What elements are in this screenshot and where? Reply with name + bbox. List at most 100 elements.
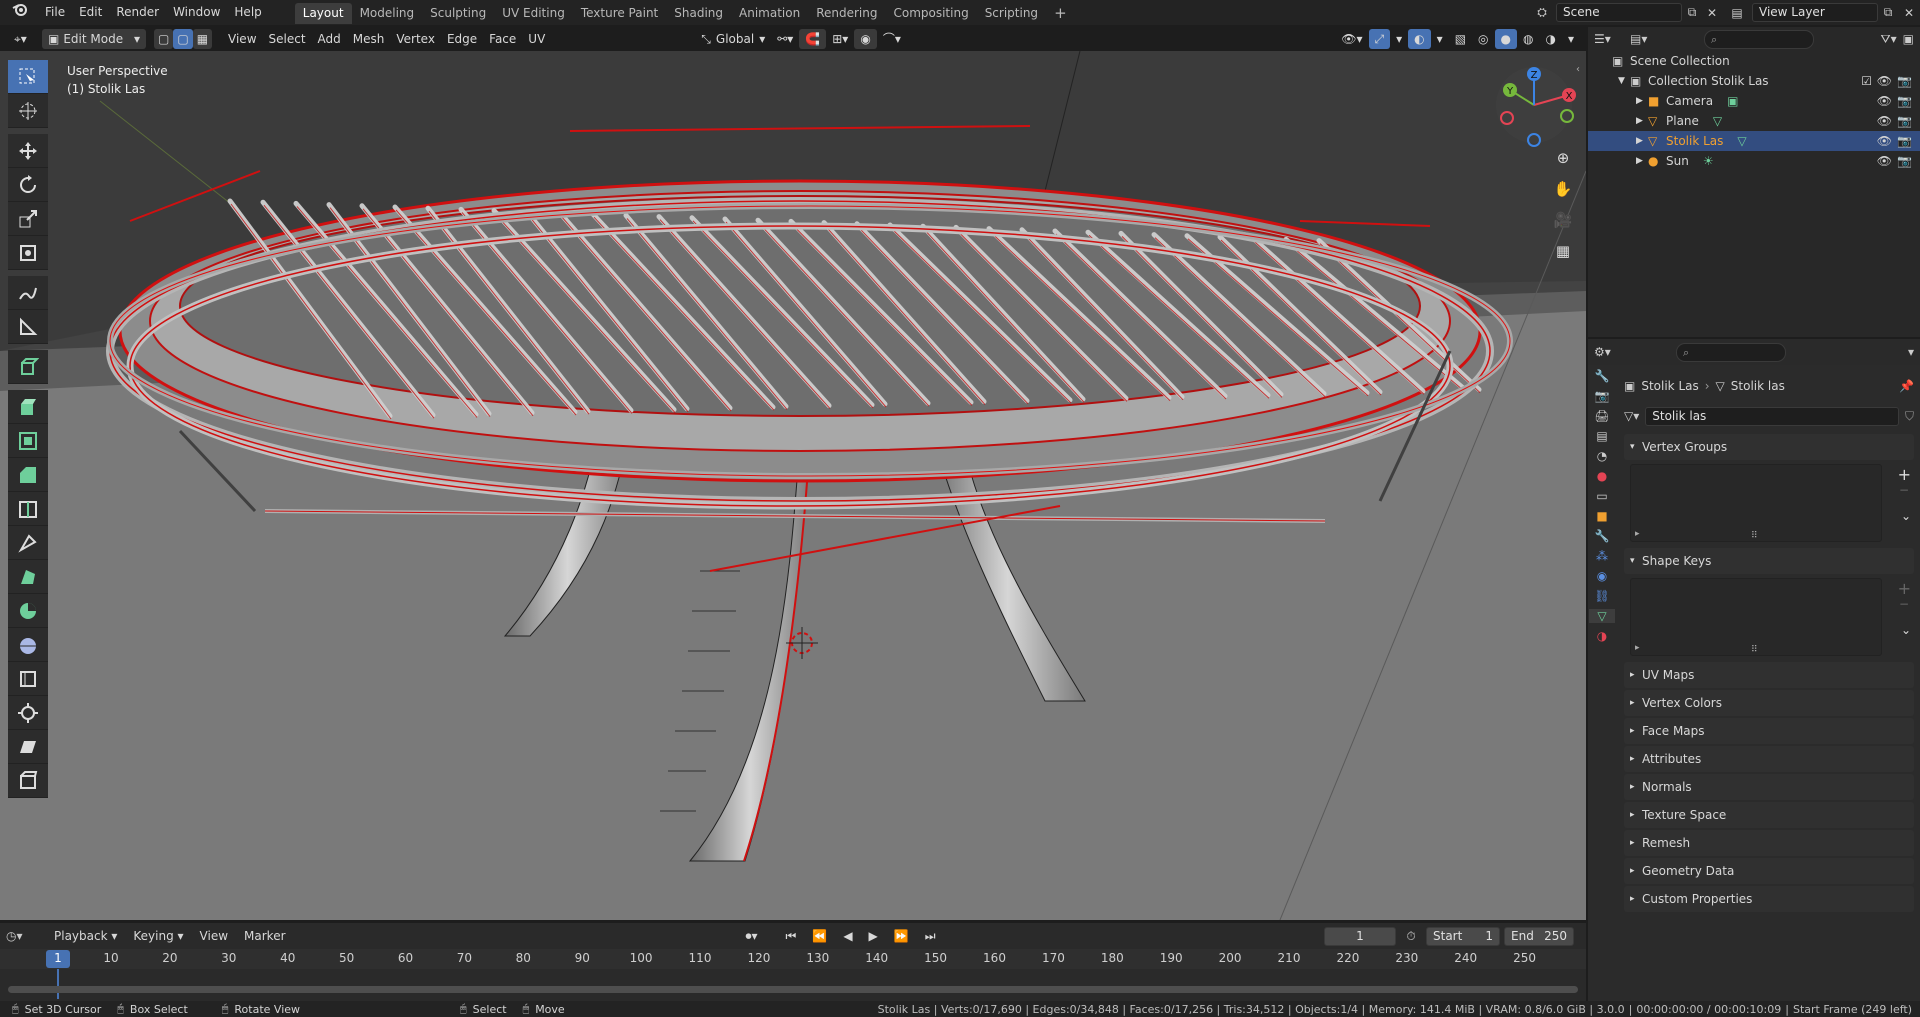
render-tab-icon[interactable]: 📷: [1595, 389, 1610, 403]
poly-build-tool-icon[interactable]: [8, 560, 48, 594]
gizmo-toggle-icon[interactable]: ⤢: [1368, 29, 1391, 49]
breadcrumb-object[interactable]: Stolik Las: [1641, 379, 1698, 393]
tab-sculpting[interactable]: Sculpting: [422, 3, 494, 24]
select-box-tool-icon[interactable]: [8, 60, 48, 94]
filter-icon[interactable]: ⛛▾: [1881, 32, 1897, 47]
new-view-layer-icon[interactable]: ⧉: [1878, 5, 1898, 20]
rendered-shading-icon[interactable]: ◑: [1539, 29, 1561, 49]
visibility-icon[interactable]: 👁▾: [1335, 29, 1368, 49]
inset-tool-icon[interactable]: [8, 424, 48, 458]
falloff-icon[interactable]: ⌒▾: [877, 29, 907, 49]
3d-viewport[interactable]: [0, 51, 1586, 920]
panel-remesh[interactable]: ▸ Remesh: [1624, 830, 1914, 856]
timeline-scrollbar[interactable]: [8, 986, 1578, 993]
menu-marker[interactable]: Marker: [238, 926, 291, 946]
menu-window[interactable]: Window: [166, 0, 227, 25]
list-resize-handle-icon[interactable]: ⠿: [1751, 645, 1758, 655]
play-icon[interactable]: ▶: [863, 926, 884, 946]
outliner-row-sun[interactable]: ▶ ● Sun ☀ 👁 📷: [1588, 151, 1920, 171]
render-camera-icon[interactable]: 📷: [1897, 134, 1912, 148]
tool-tab-icon[interactable]: 🔧: [1595, 369, 1610, 383]
panel-normals[interactable]: ▸ Normals: [1624, 774, 1914, 800]
menu-help[interactable]: Help: [227, 0, 268, 25]
visibility-eye-icon[interactable]: 👁: [1877, 74, 1892, 88]
scene-icon[interactable]: ⛭: [1528, 5, 1556, 20]
knife-tool-icon[interactable]: [8, 526, 48, 560]
move-tool-icon[interactable]: [8, 134, 48, 168]
vertex-groups-list[interactable]: ▸ ⠿ + − ⌄: [1630, 464, 1911, 542]
outliner-row-collection[interactable]: ▼ ▣ Collection Stolik Las ☑ 👁 📷: [1588, 71, 1920, 91]
remove-shape-key-button[interactable]: −: [1899, 597, 1909, 611]
outliner-row-plane[interactable]: ▶ ▽ Plane ▽ 👁 📷: [1588, 111, 1920, 131]
disclosure-icon[interactable]: ▼: [1618, 76, 1630, 86]
menu-vertex[interactable]: Vertex: [390, 29, 441, 49]
menu-edit[interactable]: Edit: [72, 0, 109, 25]
panel-face-maps[interactable]: ▸ Face Maps: [1624, 718, 1914, 744]
timeline-track-area[interactable]: [0, 969, 1586, 999]
delete-scene-icon[interactable]: ✕: [1702, 6, 1722, 20]
menu-file[interactable]: File: [38, 0, 72, 25]
panel-texture-space[interactable]: ▸ Texture Space: [1624, 802, 1914, 828]
menu-face[interactable]: Face: [483, 29, 522, 49]
outliner-editor-type-icon[interactable]: ☰▾: [1594, 32, 1624, 46]
properties-editor-type-icon[interactable]: ⚙▾: [1594, 345, 1628, 359]
zoom-icon[interactable]: ⊕: [1549, 144, 1577, 172]
disclosure-icon[interactable]: ▶: [1636, 116, 1648, 126]
view-layer-selector[interactable]: View Layer: [1752, 3, 1878, 22]
menu-select[interactable]: Select: [263, 29, 312, 49]
menu-playback[interactable]: Playback ▾: [48, 926, 123, 946]
options-chevron-icon[interactable]: ▾: [1908, 345, 1914, 359]
menu-keying[interactable]: Keying ▾: [127, 926, 189, 946]
overlay-dropdown-icon[interactable]: ▾: [1431, 29, 1449, 49]
timeline-editor-type-icon[interactable]: ◷▾: [6, 929, 44, 943]
panel-uv-maps[interactable]: ▸ UV Maps: [1624, 662, 1914, 688]
shape-keys-list[interactable]: ▸ ⠿ + − ⌄: [1630, 578, 1911, 656]
tab-modeling[interactable]: Modeling: [352, 3, 423, 24]
list-resize-handle-icon[interactable]: ⠿: [1751, 531, 1758, 541]
face-select-icon[interactable]: ▦: [192, 29, 213, 49]
view-layer-icon[interactable]: ▤: [1722, 6, 1752, 20]
rotate-tool-icon[interactable]: [8, 168, 48, 202]
mode-selector[interactable]: ▣ Edit Mode ▾: [42, 29, 146, 49]
panel-geometry-data[interactable]: ▸ Geometry Data: [1624, 858, 1914, 884]
vertex-select-icon[interactable]: ▢: [154, 29, 174, 49]
transform-tool-icon[interactable]: [8, 236, 48, 270]
render-camera-icon[interactable]: 📷: [1897, 114, 1912, 128]
xray-icon[interactable]: ▧: [1449, 29, 1472, 49]
editor-type-icon[interactable]: ⌖▾: [8, 29, 42, 49]
stopwatch-icon[interactable]: ⏱: [1400, 929, 1422, 944]
cursor-tool-icon[interactable]: [8, 94, 48, 128]
tab-scripting[interactable]: Scripting: [977, 3, 1046, 24]
menu-add[interactable]: Add: [312, 29, 347, 49]
jump-start-icon[interactable]: ⏮: [780, 926, 803, 946]
panel-vertex-colors[interactable]: ▸ Vertex Colors: [1624, 690, 1914, 716]
snap-icon[interactable]: 🧲: [799, 29, 827, 49]
visibility-eye-icon[interactable]: 👁: [1877, 94, 1892, 108]
camera-view-icon[interactable]: 🎥: [1549, 206, 1577, 234]
menu-render[interactable]: Render: [109, 0, 166, 25]
material-shading-icon[interactable]: ◍: [1517, 29, 1539, 49]
overlay-toggle-icon[interactable]: ◐: [1408, 29, 1431, 49]
outliner-search-input[interactable]: ⌕: [1704, 29, 1814, 49]
output-tab-icon[interactable]: 🖨: [1594, 409, 1609, 423]
remove-vertex-group-button[interactable]: −: [1899, 483, 1909, 497]
jump-end-icon[interactable]: ⏭: [919, 926, 942, 946]
perspective-grid-icon[interactable]: ▦: [1549, 237, 1577, 265]
menu-uv[interactable]: UV: [522, 29, 551, 49]
display-mode-icon[interactable]: ▤▾: [1630, 32, 1660, 46]
disclosure-icon[interactable]: ▶: [1636, 136, 1648, 146]
solid-shading-icon[interactable]: ●: [1494, 29, 1517, 49]
jump-keyframe-forward-icon[interactable]: ⏩: [888, 926, 915, 946]
outliner-row-stolik-las[interactable]: ▶ ▽ Stolik Las ▽ 👁 📷: [1588, 131, 1920, 151]
add-vertex-group-button[interactable]: +: [1898, 465, 1911, 484]
shrink-fatten-tool-icon[interactable]: [8, 696, 48, 730]
jump-keyframe-back-icon[interactable]: ⏪: [806, 926, 833, 946]
properties-search-input[interactable]: ⌕: [1676, 342, 1786, 362]
mesh-name-field[interactable]: Stolik las: [1645, 406, 1899, 426]
tab-compositing[interactable]: Compositing: [885, 3, 976, 24]
rip-tool-icon[interactable]: [8, 764, 48, 798]
tab-uv-editing[interactable]: UV Editing: [494, 3, 573, 24]
edge-slide-tool-icon[interactable]: [8, 662, 48, 696]
mesh-browse-icon[interactable]: ▽▾: [1624, 409, 1639, 423]
annotate-tool-icon[interactable]: [8, 276, 48, 310]
